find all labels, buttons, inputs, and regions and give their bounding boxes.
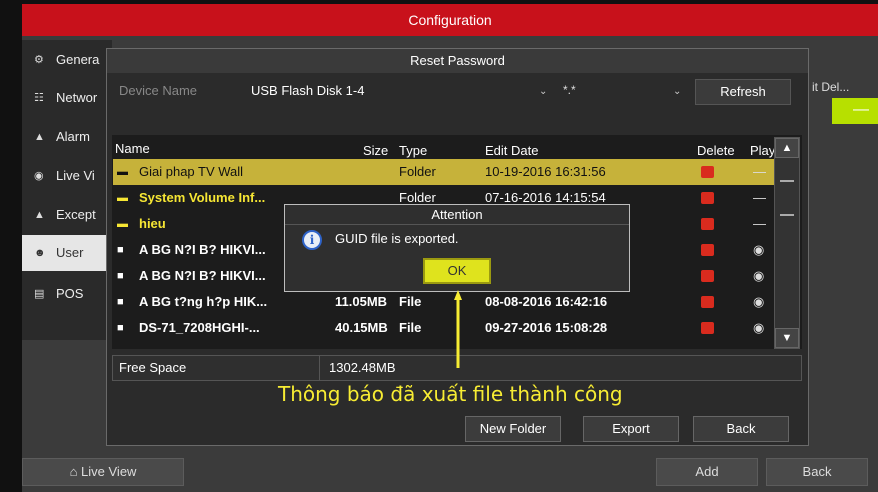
sidebar-item-label: Alarm bbox=[56, 129, 90, 144]
table-row[interactable]: ▬ Giai phap TV Wall Folder 10-19-2016 16… bbox=[113, 159, 775, 185]
window-title: Configuration bbox=[22, 4, 878, 36]
column-header-type: Type bbox=[399, 143, 428, 158]
folder-icon: ▬ bbox=[117, 166, 128, 178]
play-icon[interactable]: ◉ bbox=[753, 289, 764, 315]
annotation-caption: Thông báo đã xuất file thành công bbox=[278, 382, 623, 406]
play-icon[interactable]: ◉ bbox=[753, 263, 764, 289]
sidebar-item-label: User bbox=[56, 245, 84, 260]
delete-icon[interactable] bbox=[701, 322, 714, 334]
delete-icon[interactable] bbox=[701, 218, 714, 230]
add-button[interactable]: Add bbox=[656, 458, 758, 486]
sidebar-item-pos[interactable]: ▤ POS bbox=[22, 276, 112, 312]
gear-icon: ⚙ bbox=[34, 54, 44, 66]
network-icon: ☷ bbox=[34, 92, 44, 104]
folder-icon: ▬ bbox=[117, 192, 128, 204]
attention-dialog: Attention i GUID file is exported. OK bbox=[284, 204, 630, 292]
back-main-button[interactable]: Back bbox=[766, 458, 868, 486]
home-icon: ⌂ bbox=[69, 464, 82, 479]
warning-icon: ▲ bbox=[34, 209, 45, 221]
delete-icon[interactable] bbox=[701, 270, 714, 282]
chevron-up-icon[interactable]: ▲ bbox=[775, 138, 799, 158]
file-icon: ■ bbox=[117, 270, 124, 282]
sidebar-item-exception[interactable]: ▲ Except bbox=[22, 197, 112, 233]
column-header-play: Play bbox=[750, 143, 774, 158]
chevron-down-icon[interactable]: ⌄ bbox=[673, 86, 681, 97]
file-icon: ■ bbox=[117, 296, 124, 308]
scroll-thumb[interactable] bbox=[780, 180, 794, 216]
column-header-edit-date: Edit Date bbox=[485, 143, 539, 158]
eye-icon: ◉ bbox=[34, 170, 44, 182]
sidebar-item-label: Genera bbox=[56, 52, 100, 67]
sidebar-item-general[interactable]: ⚙ Genera bbox=[22, 42, 112, 78]
attention-message: GUID file is exported. bbox=[335, 231, 459, 246]
play-icon[interactable]: — bbox=[753, 185, 766, 211]
folder-icon: ▬ bbox=[117, 218, 128, 230]
divider bbox=[319, 356, 320, 380]
play-icon[interactable]: — bbox=[753, 211, 766, 237]
device-name-label: Device Name bbox=[119, 83, 198, 98]
info-icon: i bbox=[302, 230, 322, 250]
sidebar-item-label: Networ bbox=[56, 90, 98, 105]
pos-icon: ▤ bbox=[34, 288, 45, 300]
sidebar-item-user[interactable]: ☻ User bbox=[22, 235, 112, 271]
file-extension-select[interactable]: *.* bbox=[563, 83, 576, 97]
sidebar-item-alarm[interactable]: ▲ Alarm bbox=[22, 119, 112, 155]
live-view-button[interactable]: ⌂ Live View bbox=[22, 458, 184, 486]
play-icon[interactable]: ◉ bbox=[753, 237, 764, 263]
sidebar-item-label: POS bbox=[56, 286, 84, 301]
free-space-value: 1302.48MB bbox=[329, 360, 396, 375]
bell-icon: ▲ bbox=[34, 131, 45, 143]
attention-title: Attention bbox=[285, 205, 629, 225]
dialog-title: Reset Password bbox=[107, 49, 808, 73]
sidebar-item-label: Live Vi bbox=[56, 168, 95, 183]
delete-icon[interactable] bbox=[701, 166, 714, 178]
new-folder-button[interactable]: New Folder bbox=[465, 416, 561, 442]
delete-icon[interactable] bbox=[701, 192, 714, 204]
file-icon: ■ bbox=[117, 244, 124, 256]
file-icon: ■ bbox=[117, 322, 124, 334]
chevron-down-icon[interactable]: ⌄ bbox=[539, 86, 547, 97]
user-table-header: it Del... bbox=[812, 80, 850, 94]
delete-icon[interactable] bbox=[701, 244, 714, 256]
sidebar-item-label: Except bbox=[56, 207, 96, 222]
table-row[interactable]: ■ DS-71_7208HGHI-... 40.15MB File 09-27-… bbox=[113, 315, 775, 341]
ok-button[interactable]: OK bbox=[423, 258, 491, 284]
sidebar-item-live-view[interactable]: ◉ Live Vi bbox=[22, 158, 112, 194]
sidebar-item-network[interactable]: ☷ Networ bbox=[22, 80, 112, 116]
back-button[interactable]: Back bbox=[693, 416, 789, 442]
play-icon[interactable]: — bbox=[753, 159, 766, 185]
user-row-selected-cell[interactable]: — bbox=[832, 98, 878, 124]
refresh-button[interactable]: Refresh bbox=[695, 79, 791, 105]
sidebar: ⚙ Genera ☷ Networ ▲ Alarm ◉ Live Vi ▲ Ex… bbox=[22, 40, 112, 340]
column-header-size: Size bbox=[363, 143, 389, 158]
chevron-down-icon[interactable]: ▼ bbox=[775, 328, 799, 348]
export-button[interactable]: Export bbox=[583, 416, 679, 442]
device-name-select[interactable]: USB Flash Disk 1-4 bbox=[251, 83, 364, 98]
table-row[interactable]: ■ A BG t?ng h?p HIK... 11.05MB File 08-0… bbox=[113, 289, 775, 315]
play-icon[interactable]: ◉ bbox=[753, 315, 764, 341]
users-icon: ☻ bbox=[34, 247, 46, 259]
annotation-arrow bbox=[454, 290, 462, 368]
file-list-scrollbar[interactable]: ▲ ▼ bbox=[774, 137, 800, 349]
delete-icon[interactable] bbox=[701, 296, 714, 308]
free-space-label: Free Space bbox=[119, 360, 187, 375]
column-header-delete: Delete bbox=[697, 143, 735, 158]
column-header-name: Name bbox=[115, 141, 150, 156]
